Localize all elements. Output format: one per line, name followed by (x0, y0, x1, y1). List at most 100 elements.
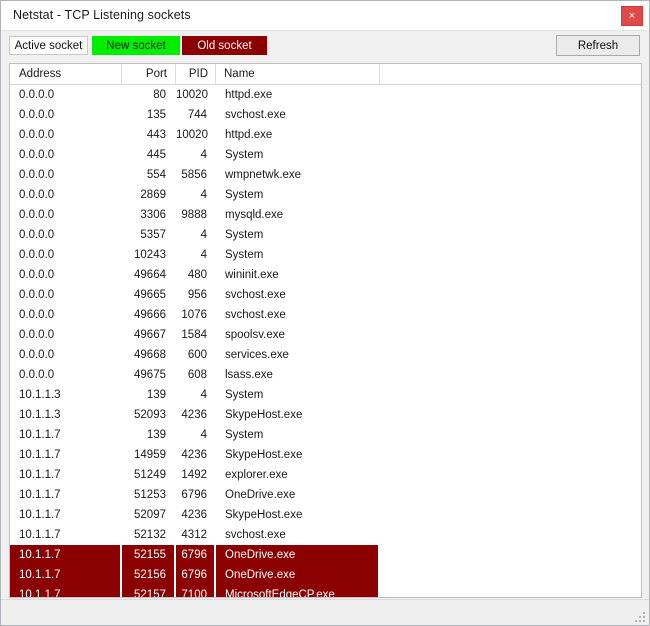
cell-pid: 4236 (181, 409, 207, 421)
table-row[interactable]: 10.1.1.7 51253 6796 OneDrive.exe (10, 485, 641, 505)
active-socket-legend-button[interactable]: Active socket (9, 36, 88, 55)
cell-port: 52132 (134, 529, 166, 541)
cell-name: mysqld.exe (225, 209, 284, 221)
column-header-pid-label: PID (188, 68, 208, 80)
cell-address: 10.1.1.7 (10, 585, 120, 597)
cell-address: 0.0.0.0 (19, 329, 55, 341)
cell-pid: 4 (200, 189, 207, 201)
cell-address: 0.0.0.0 (19, 129, 55, 141)
cell-pid: 4 (200, 229, 207, 241)
table-row[interactable]: 0.0.0.0 49675 608 lsass.exe (10, 365, 641, 385)
close-button[interactable]: × (621, 6, 643, 26)
cell-pid: 956 (187, 289, 207, 301)
table-row[interactable]: 0.0.0.0 49667 1584 spoolsv.exe (10, 325, 641, 345)
table-row[interactable]: 0.0.0.0 80 10020 httpd.exe (10, 85, 641, 105)
cell-pid: 1492 (181, 469, 207, 481)
cell-address: 0.0.0.0 (19, 209, 55, 221)
column-header-port[interactable]: Port (122, 64, 176, 84)
cell-name: wmpnetwk.exe (225, 169, 302, 181)
window-title: Netstat - TCP Listening sockets (13, 8, 191, 22)
table-row[interactable]: 10.1.1.7 52155 6796 OneDrive.exe (10, 545, 641, 565)
table-row[interactable]: 10.1.1.7 139 4 System (10, 425, 641, 445)
table-row[interactable]: 10.1.1.7 52157 7100 MicrosoftEdgeCP.exe (10, 585, 641, 597)
cell-name: System (225, 189, 264, 201)
cell-port: 135 (146, 109, 166, 121)
column-header-filler (380, 64, 641, 84)
old-socket-legend-button[interactable]: Old socket (182, 36, 267, 55)
cell-name: explorer.exe (225, 469, 288, 481)
cell-port: 49667 (134, 329, 166, 341)
new-socket-legend-button[interactable]: New socket (92, 36, 180, 55)
cell-address: 0.0.0.0 (19, 249, 55, 261)
cell-address: 0.0.0.0 (19, 229, 55, 241)
cell-port: 49675 (134, 369, 166, 381)
table-row[interactable]: 0.0.0.0 10243 4 System (10, 245, 641, 265)
table-row[interactable]: 10.1.1.3 139 4 System (10, 385, 641, 405)
table-row[interactable]: 0.0.0.0 135 744 svchost.exe (10, 105, 641, 125)
table-row[interactable]: 0.0.0.0 445 4 System (10, 145, 641, 165)
cell-pid: 5856 (181, 169, 207, 181)
cell-address: 0.0.0.0 (19, 189, 55, 201)
table-row[interactable]: 0.0.0.0 554 5856 wmpnetwk.exe (10, 165, 641, 185)
cell-port: 445 (146, 149, 166, 161)
cell-name: OneDrive.exe (216, 545, 378, 565)
resize-grip-icon[interactable] (633, 610, 646, 623)
socket-list-view[interactable]: Address Port PID Name 0.0.0.0 80 10020 http… (9, 63, 642, 598)
status-bar (1, 599, 649, 625)
cell-address: 0.0.0.0 (19, 289, 55, 301)
column-header-address[interactable]: Address (10, 64, 122, 84)
table-row[interactable]: 0.0.0.0 3306 9888 mysqld.exe (10, 205, 641, 225)
cell-port: 49665 (134, 289, 166, 301)
cell-address: 10.1.1.7 (19, 429, 61, 441)
cell-port: 554 (146, 169, 166, 181)
column-header-name[interactable]: Name (216, 64, 380, 84)
table-row[interactable]: 10.1.1.7 52097 4236 SkypeHost.exe (10, 505, 641, 525)
table-row[interactable]: 10.1.1.3 52093 4236 SkypeHost.exe (10, 405, 641, 425)
cell-pid: 480 (187, 269, 207, 281)
cell-port: 139 (146, 389, 166, 401)
column-header-pid[interactable]: PID (176, 64, 216, 84)
cell-port: 139 (146, 429, 166, 441)
cell-name: wininit.exe (225, 269, 279, 281)
cell-pid: 6796 (176, 545, 214, 565)
table-row[interactable]: 10.1.1.7 51249 1492 explorer.exe (10, 465, 641, 485)
table-row[interactable]: 0.0.0.0 5357 4 System (10, 225, 641, 245)
cell-address: 10.1.1.7 (19, 529, 61, 541)
cell-name: SkypeHost.exe (225, 449, 303, 461)
column-header-address-label: Address (19, 68, 62, 80)
cell-name: spoolsv.exe (225, 329, 285, 341)
cell-name: SkypeHost.exe (225, 509, 303, 521)
refresh-button[interactable]: Refresh (556, 35, 640, 56)
table-row[interactable]: 0.0.0.0 49666 1076 svchost.exe (10, 305, 641, 325)
cell-address: 0.0.0.0 (19, 149, 55, 161)
cell-port: 5357 (140, 229, 166, 241)
cell-pid: 4 (200, 429, 207, 441)
table-row[interactable]: 0.0.0.0 2869 4 System (10, 185, 641, 205)
table-row[interactable]: 0.0.0.0 443 10020 httpd.exe (10, 125, 641, 145)
title-bar: Netstat - TCP Listening sockets × (1, 1, 649, 31)
cell-name: System (225, 389, 264, 401)
netstat-window: Netstat - TCP Listening sockets × Active… (0, 0, 650, 626)
cell-port: 49664 (134, 269, 166, 281)
table-row[interactable]: 0.0.0.0 49665 956 svchost.exe (10, 285, 641, 305)
table-row[interactable]: 0.0.0.0 49664 480 wininit.exe (10, 265, 641, 285)
cell-pid: 1584 (181, 329, 207, 341)
table-row[interactable]: 0.0.0.0 49668 600 services.exe (10, 345, 641, 365)
cell-pid: 4312 (181, 529, 207, 541)
cell-pid: 4236 (181, 449, 207, 461)
table-row[interactable]: 10.1.1.7 14959 4236 SkypeHost.exe (10, 445, 641, 465)
cell-port: 3306 (140, 209, 166, 221)
cell-port: 49668 (134, 349, 166, 361)
cell-name: lsass.exe (225, 369, 273, 381)
cell-pid: 600 (187, 349, 207, 361)
cell-address: 0.0.0.0 (19, 309, 55, 321)
cell-address: 0.0.0.0 (19, 89, 55, 101)
cell-pid: 4236 (181, 509, 207, 521)
cell-port: 80 (153, 89, 166, 101)
cell-port: 52157 (122, 585, 174, 597)
table-row[interactable]: 10.1.1.7 52156 6796 OneDrive.exe (10, 565, 641, 585)
cell-address: 10.1.1.7 (19, 489, 61, 501)
cell-pid: 1076 (181, 309, 207, 321)
table-row[interactable]: 10.1.1.7 52132 4312 svchost.exe (10, 525, 641, 545)
cell-pid: 6796 (176, 565, 214, 585)
